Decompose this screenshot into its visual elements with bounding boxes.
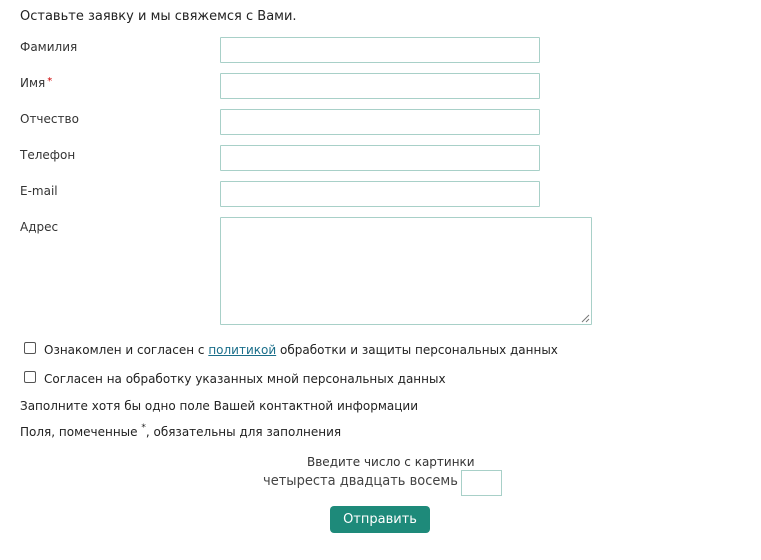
captcha-image: четыреста двадцать восемь <box>263 473 458 489</box>
first-name-label-row: Имя * <box>20 76 52 90</box>
processing-consent-row: Согласен на обработку указанных мной пер… <box>24 371 446 386</box>
address-textarea[interactable] <box>220 217 592 325</box>
submit-button[interactable]: Отправить <box>330 506 430 533</box>
resize-handle-icon[interactable] <box>580 313 590 323</box>
phone-input[interactable] <box>220 145 540 171</box>
policy-consent-text-after: обработки и защиты персональных данных <box>276 343 558 357</box>
first-name-label: Имя <box>20 76 46 90</box>
contact-hint: Заполните хотя бы одно поле Вашей контак… <box>20 399 419 413</box>
email-input[interactable] <box>220 181 540 207</box>
required-hint-star: * <box>141 423 146 433</box>
policy-consent-checkbox[interactable] <box>24 342 36 354</box>
captcha-caption: Введите число с картинки <box>307 455 475 469</box>
policy-link[interactable]: политикой <box>208 343 276 357</box>
processing-consent-text: Согласен на обработку указанных мной пер… <box>44 372 446 386</box>
captcha-input[interactable] <box>461 470 502 496</box>
processing-consent-checkbox[interactable] <box>24 371 36 383</box>
required-hint: Поля, помеченные *, обязательны для запо… <box>20 423 342 439</box>
patronymic-input[interactable] <box>220 109 540 135</box>
address-label: Адрес <box>20 220 59 234</box>
form-intro: Оставьте заявку и мы свяжемся с Вами. <box>20 9 297 24</box>
policy-consent-row: Ознакомлен и согласен с политикой обрабо… <box>24 342 558 357</box>
last-name-input[interactable] <box>220 37 540 63</box>
policy-consent-text-before: Ознакомлен и согласен с <box>44 343 209 357</box>
last-name-label: Фамилия <box>20 40 78 54</box>
first-name-input[interactable] <box>220 73 540 99</box>
phone-label: Телефон <box>20 148 76 162</box>
patronymic-label: Отчество <box>20 112 79 126</box>
required-hint-before: Поля, помеченные <box>20 425 142 439</box>
required-mark: * <box>47 76 53 87</box>
email-label: E-mail <box>20 184 58 198</box>
required-hint-after: , обязательны для заполнения <box>145 425 342 439</box>
